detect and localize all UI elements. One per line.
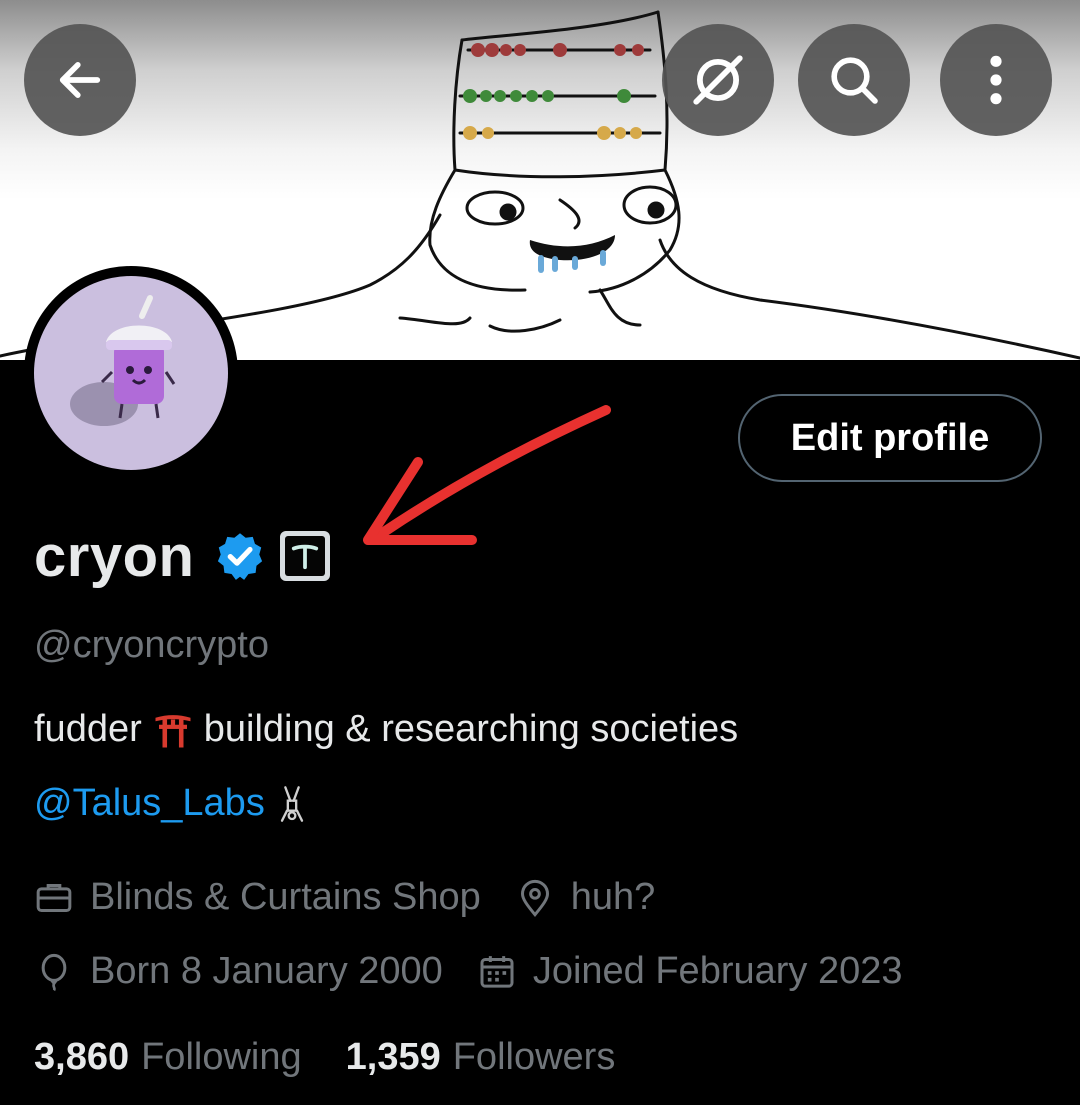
briefcase-icon xyxy=(36,883,72,912)
profile-meta-row-2: Born 8 January 2000 Joined February 2023 xyxy=(34,950,937,993)
work-item: Blinds & Curtains Shop xyxy=(34,876,481,919)
verified-badge-icon[interactable] xyxy=(214,530,266,582)
search-icon xyxy=(831,57,878,104)
handle: @cryoncrypto xyxy=(34,624,269,666)
followers-link[interactable]: 1,359 Followers xyxy=(346,1036,616,1079)
joined-item: Joined February 2023 xyxy=(477,950,903,993)
joined-text: Joined February 2023 xyxy=(532,950,903,992)
following-link[interactable]: 3,860 Following xyxy=(34,1036,302,1079)
bio-text-a: fudder xyxy=(34,708,142,750)
bio-text-b: building & researching societies xyxy=(203,708,739,750)
more-options-button[interactable] xyxy=(940,24,1052,136)
balloon-icon xyxy=(41,953,67,991)
followers-count: 1,359 xyxy=(345,1036,441,1078)
work-text: Blinds & Curtains Shop xyxy=(90,876,481,918)
following-label: Following xyxy=(141,1036,302,1078)
calendar-icon xyxy=(480,955,514,988)
avatar-image xyxy=(34,276,228,470)
bio-line-1: fudder building & researching societies xyxy=(34,708,738,751)
location-item: huh? xyxy=(515,876,656,919)
display-name-row: cryon xyxy=(34,520,331,592)
birthday-item: Born 8 January 2000 xyxy=(34,950,443,993)
profile-meta-row-1: Blinds & Curtains Shop huh? xyxy=(34,876,689,919)
followers-label: Followers xyxy=(452,1036,616,1078)
edit-profile-button[interactable]: Edit profile xyxy=(738,394,1042,482)
more-vertical-icon xyxy=(990,55,1002,105)
follow-stats: 3,860 Following 1,359 Followers xyxy=(34,1036,659,1079)
location-pin-icon xyxy=(520,879,549,917)
person-cartwheel-emoji xyxy=(280,785,303,822)
grok-toggle-button[interactable] xyxy=(662,24,774,136)
born-text: Born 8 January 2000 xyxy=(90,950,443,992)
bio-mention-link[interactable]: @Talus_Labs xyxy=(34,782,265,825)
bio-line-2: @Talus_Labs xyxy=(34,782,309,825)
arrow-left-icon xyxy=(59,62,101,98)
slashed-circle-icon xyxy=(693,55,743,105)
affiliate-logo-icon[interactable] xyxy=(280,531,331,581)
display-name: cryon xyxy=(34,523,195,589)
torii-gate-emoji xyxy=(155,714,191,747)
following-count: 3,860 xyxy=(34,1036,130,1078)
back-button[interactable] xyxy=(24,24,136,136)
location-text: huh? xyxy=(570,876,656,918)
avatar[interactable] xyxy=(24,266,238,480)
search-button[interactable] xyxy=(798,24,910,136)
